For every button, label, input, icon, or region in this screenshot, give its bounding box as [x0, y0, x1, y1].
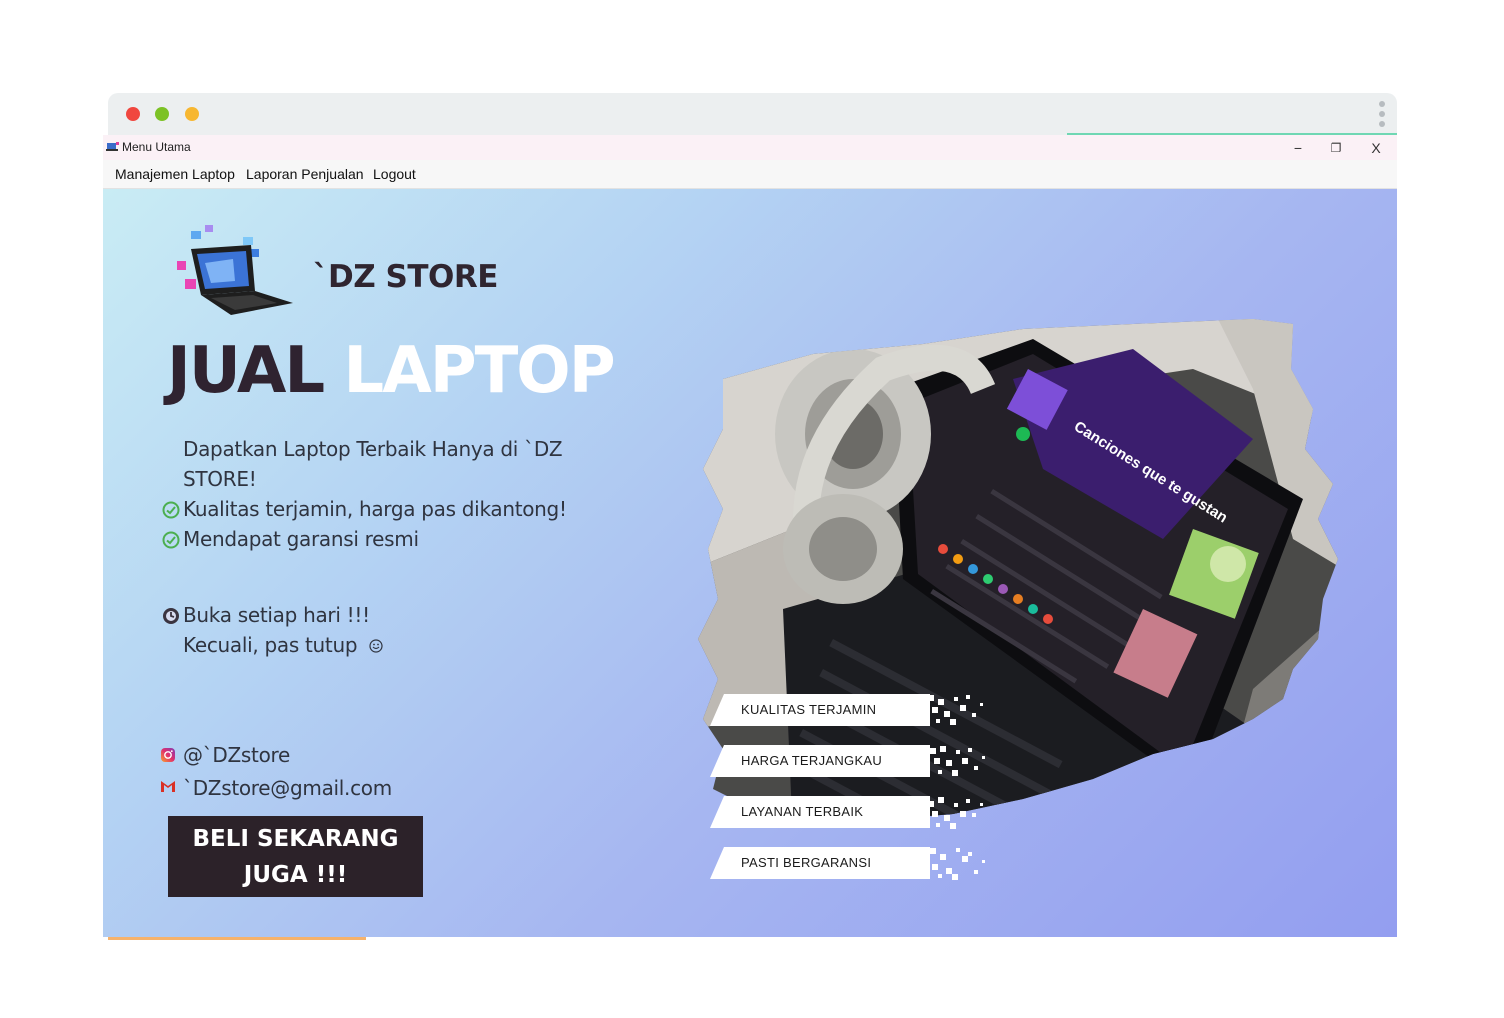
zoom-dot[interactable]: [185, 107, 199, 121]
hours-line-1: Buka setiap hari !!!: [183, 603, 370, 627]
gmail-icon[interactable]: [160, 780, 176, 793]
clock-icon: [163, 608, 179, 624]
minimize-dot[interactable]: [155, 107, 169, 121]
menu-item-logout[interactable]: Logout: [373, 166, 416, 182]
headline: JUAL LAPTOP: [167, 339, 616, 403]
badge-quality: KUALITAS TERJAMIN: [710, 694, 983, 726]
badge-price: HARGA TERJANGKAU: [710, 745, 985, 777]
badge-warranty-label: PASTI BERGARANSI: [741, 855, 872, 870]
minimize-button[interactable]: −: [1283, 137, 1313, 159]
close-dot[interactable]: [126, 107, 140, 121]
hours-line-2: Kecuali, pas tutup: [183, 633, 358, 657]
logo-text: `DZ STORE: [313, 259, 498, 295]
buy-now-button[interactable]: BELI SEKARANG JUGA !!!: [168, 816, 423, 897]
app-icon: [106, 142, 119, 151]
close-button[interactable]: X: [1361, 137, 1391, 159]
tagline-line-2: STORE!: [183, 467, 257, 491]
check-circle-icon: [162, 531, 180, 549]
menu-item-manajemen-laptop[interactable]: Manajemen Laptop: [115, 166, 235, 182]
badge-quality-label: KUALITAS TERJAMIN: [741, 702, 877, 717]
feature-quality: Kualitas terjamin, harga pas dikantong!: [183, 497, 567, 521]
browser-frame: [108, 93, 1397, 135]
pixel-decoration: [930, 848, 985, 880]
pixel-decoration: [928, 695, 983, 725]
headline-dark-word: JUAL: [167, 334, 325, 408]
badge-service-label: LAYANAN TERBAIK: [741, 804, 864, 819]
instagram-icon[interactable]: [160, 747, 176, 763]
feature-warranty: Mendapat garansi resmi: [183, 527, 419, 551]
tagline-line-1: Dapatkan Laptop Terbaik Hanya di `DZ: [183, 437, 563, 461]
instagram-handle[interactable]: @`DZstore: [183, 743, 290, 767]
pixel-decoration: [928, 797, 983, 829]
restore-button[interactable]: ❐: [1321, 137, 1351, 159]
buy-now-label-2: JUGA !!!: [243, 861, 348, 888]
badge-service: LAYANAN TERBAIK: [710, 796, 983, 829]
window-titlebar: Menu Utama − ❐ X: [103, 135, 1397, 160]
headline-light-word: LAPTOP: [343, 334, 615, 408]
menu-item-laporan-penjualan[interactable]: Laporan Penjualan: [246, 166, 364, 182]
menu-bar: Manajemen Laptop Laporan Penjualan Logou…: [103, 160, 1397, 189]
more-options-icon[interactable]: [1379, 101, 1385, 127]
badge-warranty: PASTI BERGARANSI: [710, 847, 985, 880]
email-address[interactable]: `DZstore@gmail.com: [183, 776, 392, 800]
badge-price-label: HARGA TERJANGKAU: [741, 753, 883, 768]
hero-panel: `DZ STORE JUAL LAPTOP Dapatkan Laptop Te…: [103, 189, 1397, 937]
pixel-decoration: [930, 746, 985, 776]
buy-now-label-1: BELI SEKARANG: [192, 825, 399, 852]
smile-icon: [369, 639, 383, 653]
window-title: Menu Utama: [122, 140, 191, 154]
bottom-accent-line: [108, 937, 366, 940]
check-circle-icon: [162, 501, 180, 519]
